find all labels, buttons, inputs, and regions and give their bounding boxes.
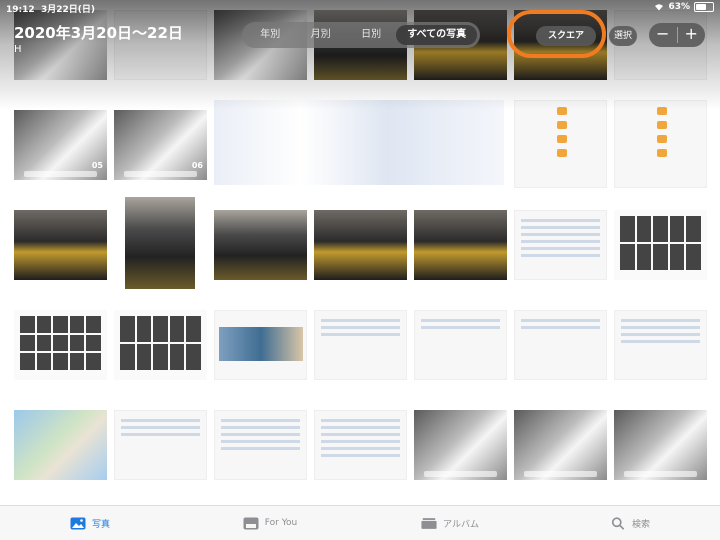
- photos-icon: [70, 517, 86, 529]
- zoom-in-button[interactable]: +: [678, 23, 706, 47]
- tab-photos[interactable]: 写真: [0, 506, 180, 540]
- tab-bar: 写真 For You アルバム 検索: [0, 505, 720, 540]
- zoom-out-button[interactable]: −: [649, 23, 677, 47]
- tab-for-you-label: For You: [264, 518, 298, 528]
- photo-thumbnail[interactable]: [114, 410, 207, 480]
- photo-thumbnail[interactable]: 06: [114, 110, 207, 180]
- status-bar: 19:12 3月22日(日) 63%: [0, 0, 720, 15]
- status-right: 63%: [654, 2, 714, 12]
- albums-icon: [421, 517, 437, 529]
- status-time-date: 19:12 3月22日(日): [6, 2, 95, 15]
- page-subtitle: H: [14, 44, 22, 55]
- photo-thumbnail[interactable]: 05: [14, 110, 107, 180]
- photo-thumbnail[interactable]: [414, 310, 507, 380]
- select-button[interactable]: 選択: [609, 26, 637, 46]
- photo-thumbnail[interactable]: [514, 100, 607, 188]
- zoom-control: − +: [649, 23, 705, 47]
- highlight-ring: [507, 10, 606, 58]
- photo-thumbnail[interactable]: [614, 410, 707, 480]
- photo-thumbnail[interactable]: [114, 310, 207, 380]
- status-date: 3月22日(日): [40, 5, 95, 15]
- segment-all-photos[interactable]: すべての写真: [396, 25, 478, 45]
- segment-day[interactable]: 日別: [346, 25, 396, 45]
- battery-icon: [694, 2, 714, 12]
- photo-thumbnail[interactable]: [614, 310, 707, 380]
- photo-thumbnail[interactable]: [214, 210, 307, 280]
- photo-thumbnail[interactable]: [314, 210, 407, 280]
- view-segmented-control: 年別 月別 日別 すべての写真: [242, 22, 480, 48]
- tab-photos-label: 写真: [91, 519, 110, 530]
- tab-for-you[interactable]: For You: [180, 506, 360, 540]
- tab-albums[interactable]: アルバム: [360, 506, 540, 540]
- photo-badge: 05: [91, 161, 103, 170]
- photo-thumbnail[interactable]: [14, 410, 107, 480]
- photo-thumbnail[interactable]: [214, 410, 307, 480]
- photo-thumbnail[interactable]: [414, 210, 507, 280]
- photo-thumbnail[interactable]: [514, 410, 607, 480]
- photo-thumbnail[interactable]: [125, 197, 195, 289]
- photo-thumbnail[interactable]: [614, 100, 707, 188]
- tab-search-label: 検索: [631, 519, 650, 530]
- photo-thumbnail[interactable]: [14, 310, 107, 380]
- battery-percent: 63%: [668, 2, 690, 12]
- photo-thumbnail[interactable]: [514, 310, 607, 380]
- photo-thumbnail[interactable]: [514, 210, 607, 280]
- photo-badge: 06: [191, 161, 203, 170]
- photo-thumbnail[interactable]: [414, 410, 507, 480]
- photo-thumbnail[interactable]: [14, 210, 107, 280]
- tab-search[interactable]: 検索: [540, 506, 720, 540]
- segment-month[interactable]: 月別: [295, 25, 345, 45]
- for-you-icon: [243, 517, 259, 529]
- segment-year[interactable]: 年別: [245, 25, 295, 45]
- status-time: 19:12: [6, 5, 35, 15]
- search-icon: [611, 516, 625, 530]
- blurred-region: [214, 100, 504, 185]
- page-title: 2020年3月20日～22日: [14, 24, 183, 42]
- tab-albums-label: アルバム: [443, 519, 479, 530]
- photo-thumbnail[interactable]: [214, 310, 307, 380]
- photo-thumbnail[interactable]: [614, 210, 707, 280]
- wifi-icon: [655, 4, 664, 11]
- photo-thumbnail[interactable]: [314, 410, 407, 480]
- photo-thumbnail[interactable]: [314, 310, 407, 380]
